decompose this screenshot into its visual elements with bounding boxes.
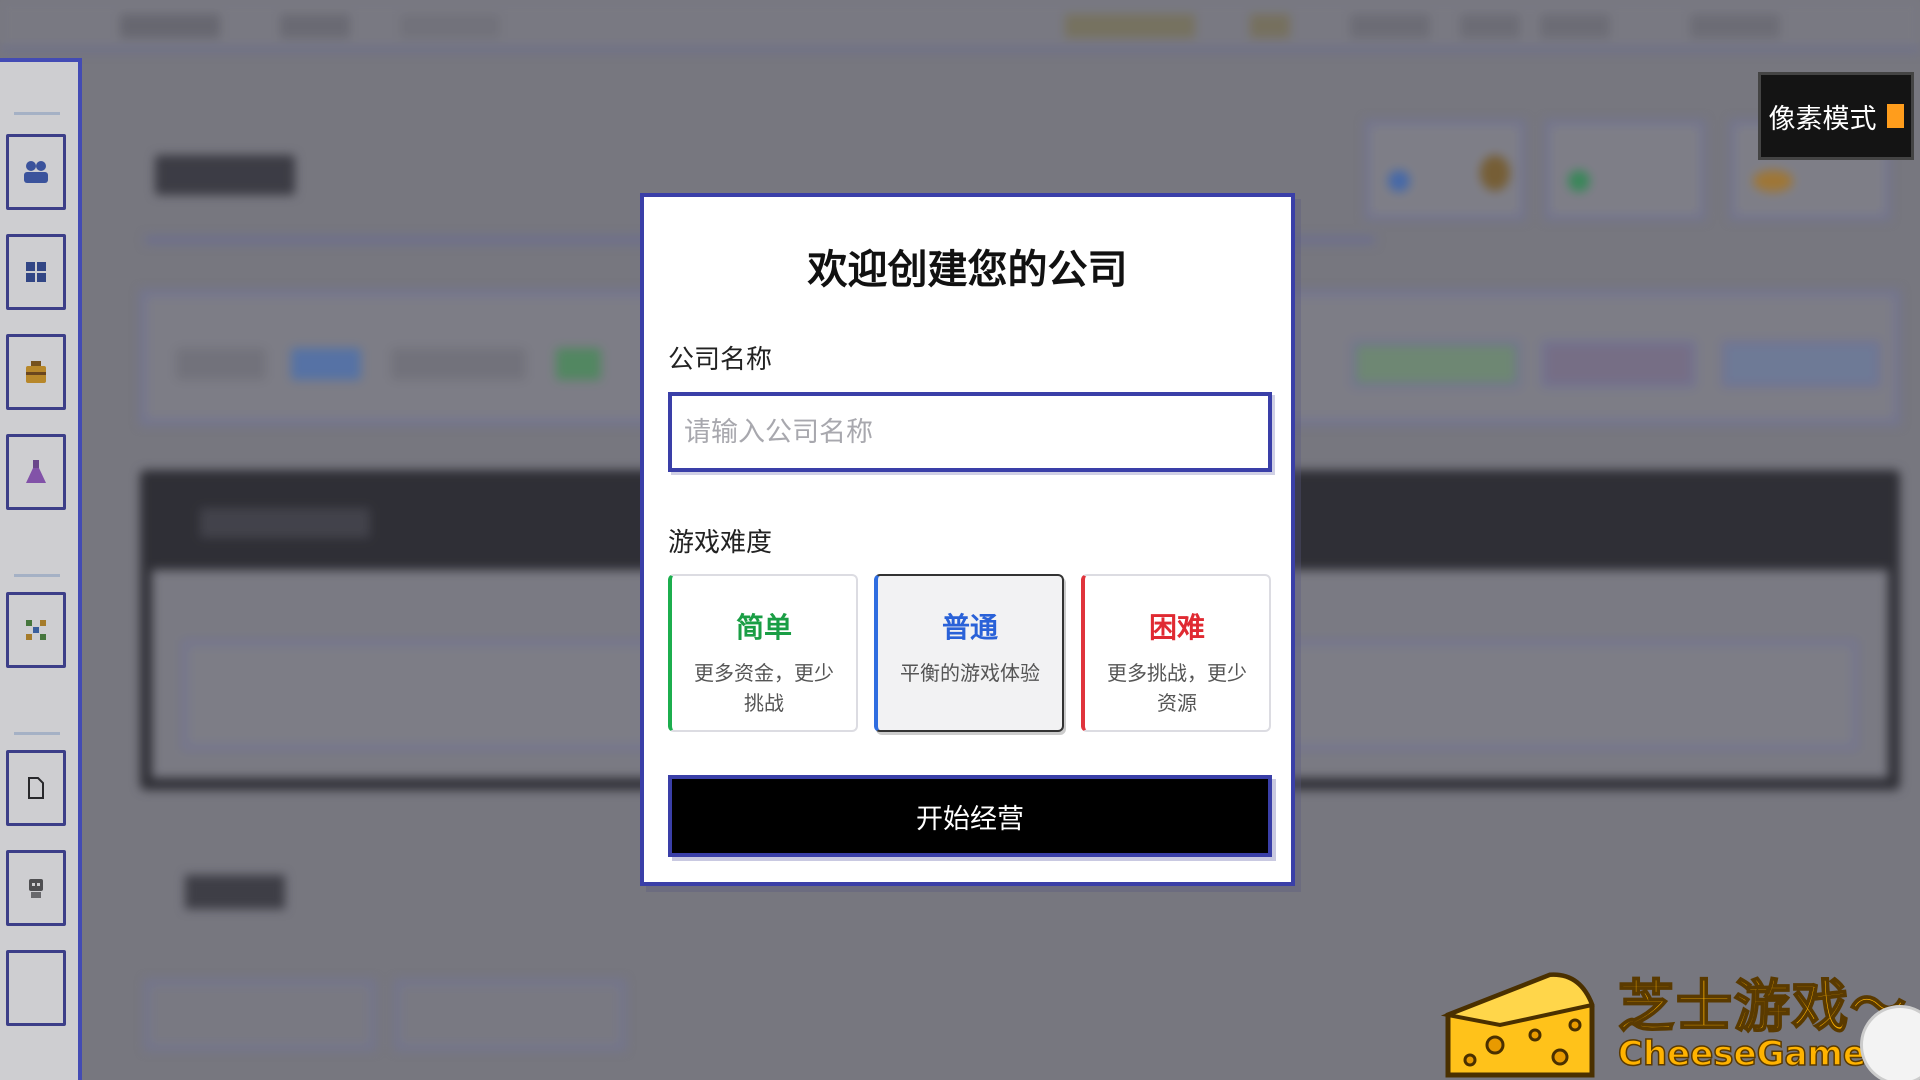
start-button[interactable]: 开始经营 xyxy=(668,775,1272,857)
difficulty-name: 普通 xyxy=(941,611,998,644)
difficulty-name: 简单 xyxy=(735,611,792,644)
pixel-mode-label: 像素模式 xyxy=(1768,103,1877,135)
create-company-modal: 欢迎创建您的公司 公司名称 游戏难度 简单 更多资金，更少挑战 普通 平衡的游戏… xyxy=(640,193,1295,886)
difficulty-normal-option[interactable]: 普通 平衡的游戏体验 xyxy=(874,574,1064,732)
difficulty-easy-option[interactable]: 简单 更多资金，更少挑战 xyxy=(668,574,858,732)
company-name-label: 公司名称 xyxy=(668,345,773,375)
difficulty-name: 困难 xyxy=(1148,611,1205,644)
cheese-logo-icon xyxy=(1440,965,1600,1080)
pixel-mode-toggle[interactable]: 像素模式 xyxy=(1758,72,1914,160)
difficulty-desc: 更多挑战，更少资源 xyxy=(1107,661,1247,715)
difficulty-desc: 更多资金，更少挑战 xyxy=(694,661,834,715)
company-name-input[interactable] xyxy=(668,392,1272,472)
difficulty-hard-option[interactable]: 困难 更多挑战，更少资源 xyxy=(1081,574,1271,732)
toggle-indicator-icon xyxy=(1886,104,1904,128)
modal-title: 欢迎创建您的公司 xyxy=(807,247,1128,293)
difficulty-desc: 平衡的游戏体验 xyxy=(900,661,1040,685)
difficulty-label: 游戏难度 xyxy=(668,528,773,558)
